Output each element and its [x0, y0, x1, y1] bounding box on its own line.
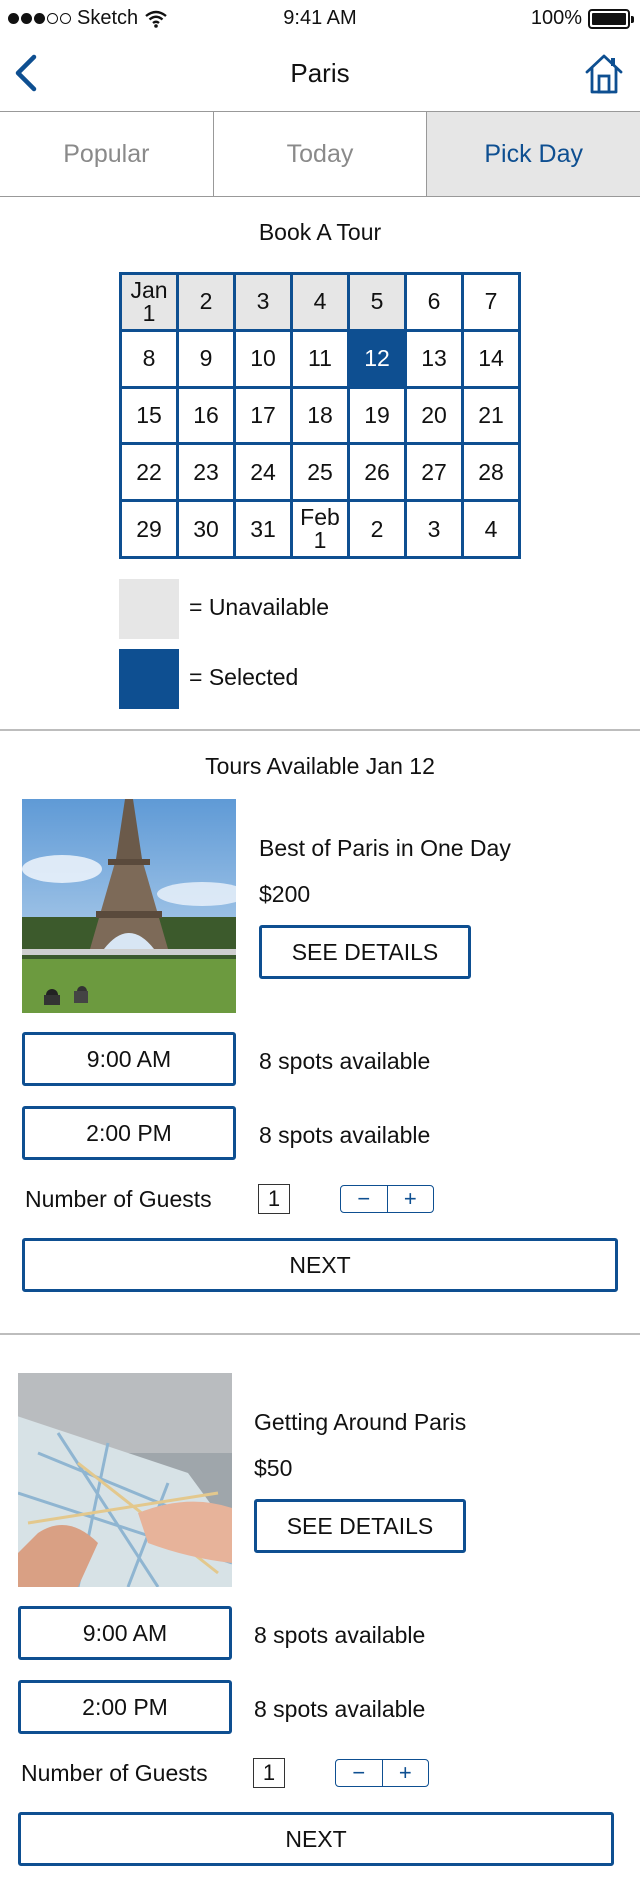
- tour-price: $200: [259, 881, 311, 907]
- calendar-day-available[interactable]: 16: [179, 388, 233, 443]
- book-tour-title: Book A Tour: [258, 219, 382, 245]
- calendar-day-available[interactable]: Feb 1: [293, 502, 347, 556]
- calendar-day-available[interactable]: 25: [293, 445, 347, 500]
- calendar-day-available[interactable]: 2: [350, 502, 404, 556]
- legend-selected-swatch: [119, 649, 179, 709]
- guests-stepper: − +: [340, 1185, 434, 1213]
- tour-name: Best of Paris in One Day: [259, 835, 511, 861]
- spots-available: 8 spots available: [259, 1122, 431, 1148]
- tours-available-title: Tours Available Jan 12: [205, 753, 435, 779]
- calendar-day-available[interactable]: 27: [407, 445, 461, 500]
- calendar-grid: Jan 1 2 3 4 5 6 7 8 9 10 11 12 13 14 15 16 17 18 19 20 21 22 2…: [119, 272, 521, 559]
- see-details-button[interactable]: SEE DETAILS: [254, 1499, 466, 1553]
- calendar-day-available[interactable]: 15: [122, 388, 176, 443]
- calendar-day-available[interactable]: 31: [236, 502, 290, 556]
- calendar-day-unavailable: 3: [236, 275, 290, 329]
- tour-price: $50: [254, 1455, 293, 1481]
- eiffel-tower-photo: [22, 799, 236, 1013]
- spots-available: 8 spots available: [254, 1696, 426, 1722]
- spots-available: 8 spots available: [254, 1622, 426, 1648]
- calendar-day-unavailable: 5: [350, 275, 404, 329]
- calendar-day-available[interactable]: 26: [350, 445, 404, 500]
- spots-available: 8 spots available: [259, 1048, 431, 1074]
- calendar-day-available[interactable]: 9: [179, 331, 233, 386]
- calendar-day-available[interactable]: 29: [122, 502, 176, 556]
- tour-name: Getting Around Paris: [254, 1409, 467, 1435]
- guests-label: Number of Guests: [25, 1186, 212, 1212]
- tab-pick-day[interactable]: Pick Day: [427, 112, 640, 196]
- page-title: Paris: [290, 58, 350, 88]
- time-slot-button[interactable]: 2:00 PM: [18, 1680, 232, 1734]
- battery-icon: [588, 8, 634, 29]
- time-slot-button[interactable]: 9:00 AM: [18, 1606, 232, 1660]
- calendar-day-available[interactable]: 28: [464, 445, 518, 500]
- calendar-day-available[interactable]: 19: [350, 388, 404, 443]
- tab-popular[interactable]: Popular: [0, 112, 214, 196]
- calendar-day-available[interactable]: 8: [122, 331, 176, 386]
- calendar-day-available[interactable]: 4: [464, 502, 518, 556]
- tab-today[interactable]: Today: [213, 112, 428, 196]
- divider: [0, 729, 640, 731]
- battery-percent: 100%: [530, 7, 582, 29]
- calendar-day-available[interactable]: 22: [122, 445, 176, 500]
- plus-icon[interactable]: +: [383, 1760, 429, 1786]
- calendar-day-available[interactable]: 14: [464, 331, 518, 386]
- calendar-day-unavailable: Jan 1: [122, 275, 176, 329]
- calendar-day-available[interactable]: 18: [293, 388, 347, 443]
- battery-indicator: 100%: [530, 7, 634, 30]
- guests-count-field[interactable]: 1: [253, 1758, 285, 1788]
- plus-icon[interactable]: +: [388, 1186, 434, 1212]
- home-icon[interactable]: [584, 52, 624, 96]
- status-bar: Sketch 9:41 AM 100%: [0, 0, 640, 38]
- map-in-hand-photo: [18, 1373, 232, 1587]
- guests-label: Number of Guests: [21, 1760, 208, 1786]
- time-slot-button[interactable]: 2:00 PM: [22, 1106, 236, 1160]
- calendar-day-available[interactable]: 24: [236, 445, 290, 500]
- guests-count-field[interactable]: 1: [258, 1184, 290, 1214]
- calendar-day-unavailable: 4: [293, 275, 347, 329]
- nav-bar: Paris: [0, 38, 640, 111]
- calendar-day-unavailable: 2: [179, 275, 233, 329]
- calendar-day-available[interactable]: 11: [293, 331, 347, 386]
- minus-icon[interactable]: −: [336, 1760, 383, 1786]
- calendar-day-available[interactable]: 13: [407, 331, 461, 386]
- tab-bar: Popular Today Pick Day: [0, 111, 640, 197]
- next-button[interactable]: NEXT: [18, 1812, 614, 1866]
- calendar-day-available[interactable]: 10: [236, 331, 290, 386]
- legend-unavailable-label: = Unavailable: [189, 594, 330, 620]
- calendar-day-selected[interactable]: 12: [350, 331, 404, 386]
- divider: [0, 1333, 640, 1335]
- next-button[interactable]: NEXT: [22, 1238, 618, 1292]
- calendar-day-available[interactable]: 21: [464, 388, 518, 443]
- time-slot-button[interactable]: 9:00 AM: [22, 1032, 236, 1086]
- guests-stepper: − +: [335, 1759, 429, 1787]
- calendar-day-available[interactable]: 6: [407, 275, 461, 329]
- calendar-day-available[interactable]: 7: [464, 275, 518, 329]
- calendar-day-available[interactable]: 30: [179, 502, 233, 556]
- calendar-day-available[interactable]: 20: [407, 388, 461, 443]
- see-details-button[interactable]: SEE DETAILS: [259, 925, 471, 979]
- minus-icon[interactable]: −: [341, 1186, 388, 1212]
- legend-selected-label: = Selected: [189, 664, 299, 690]
- legend-unavailable-swatch: [119, 579, 179, 639]
- calendar-day-available[interactable]: 3: [407, 502, 461, 556]
- calendar-day-available[interactable]: 17: [236, 388, 290, 443]
- calendar-day-available[interactable]: 23: [179, 445, 233, 500]
